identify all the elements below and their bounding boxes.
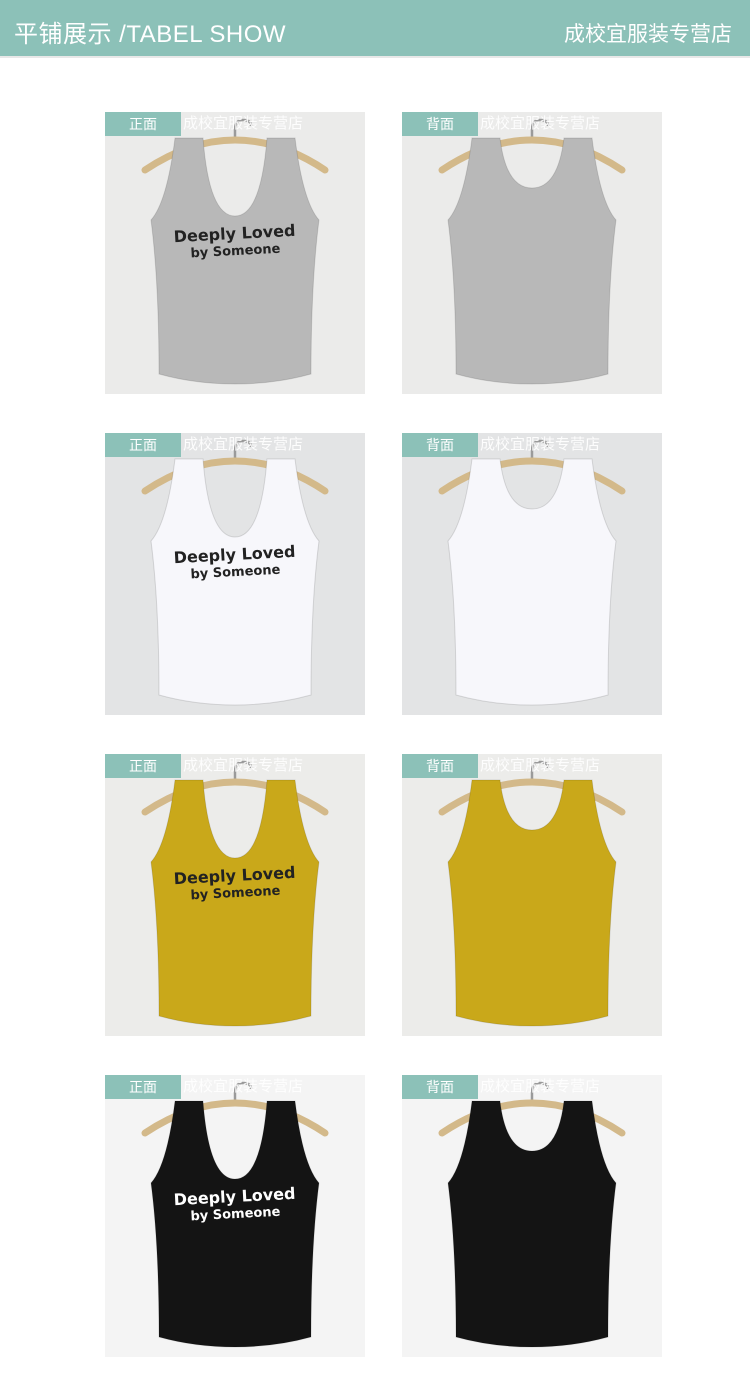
back-photo-image (402, 754, 662, 1036)
page-header: 平铺展示 /TABEL SHOW 成校宜服装专营店 (0, 0, 750, 56)
product-photo-gray-front: Deeply Loved by Someone 正面 成校宜服装专营店 (105, 112, 365, 394)
back-photo-image (402, 1075, 662, 1357)
back-photo-image (402, 433, 662, 715)
section-title: 平铺展示 /TABEL SHOW (14, 21, 287, 48)
back-view-tag: 背面 (402, 433, 478, 457)
product-photo-white-front: Deeply Loved by Someone 正面 成校宜服装专营店 (105, 433, 365, 715)
back-view-tag: 背面 (402, 1075, 478, 1099)
front-view-tag: 正面 (105, 112, 181, 136)
shop-watermark: 成校宜服装专营店 (480, 436, 601, 453)
shop-watermark: 成校宜服装专营店 (183, 115, 304, 132)
product-photo-gray-back: 背面 成校宜服装专营店 (402, 112, 662, 394)
shop-watermark: 成校宜服装专营店 (480, 1078, 601, 1095)
shop-watermark: 成校宜服装专营店 (480, 757, 601, 774)
front-view-tag: 正面 (105, 433, 181, 457)
product-photo-black-back: 背面 成校宜服装专营店 (402, 1075, 662, 1357)
shop-watermark: 成校宜服装专营店 (480, 115, 601, 132)
front-view-tag: 正面 (105, 1075, 181, 1099)
shop-name: 成校宜服装专营店 (564, 23, 732, 46)
back-photo-image (402, 112, 662, 394)
product-photo-mustard-front: Deeply Loved by Someone 正面 成校宜服装专营店 (105, 754, 365, 1036)
shop-watermark: 成校宜服装专营店 (183, 436, 304, 453)
product-photo-black-front: Deeply Loved by Someone 正面 成校宜服装专营店 (105, 1075, 365, 1357)
back-view-tag: 背面 (402, 112, 478, 136)
front-view-tag: 正面 (105, 754, 181, 778)
product-photo-white-back: 背面 成校宜服装专营店 (402, 433, 662, 715)
back-view-tag: 背面 (402, 754, 478, 778)
shop-watermark: 成校宜服装专营店 (183, 1078, 304, 1095)
header-divider (0, 56, 750, 58)
shop-watermark: 成校宜服装专营店 (183, 757, 304, 774)
product-photo-mustard-back: 背面 成校宜服装专营店 (402, 754, 662, 1036)
